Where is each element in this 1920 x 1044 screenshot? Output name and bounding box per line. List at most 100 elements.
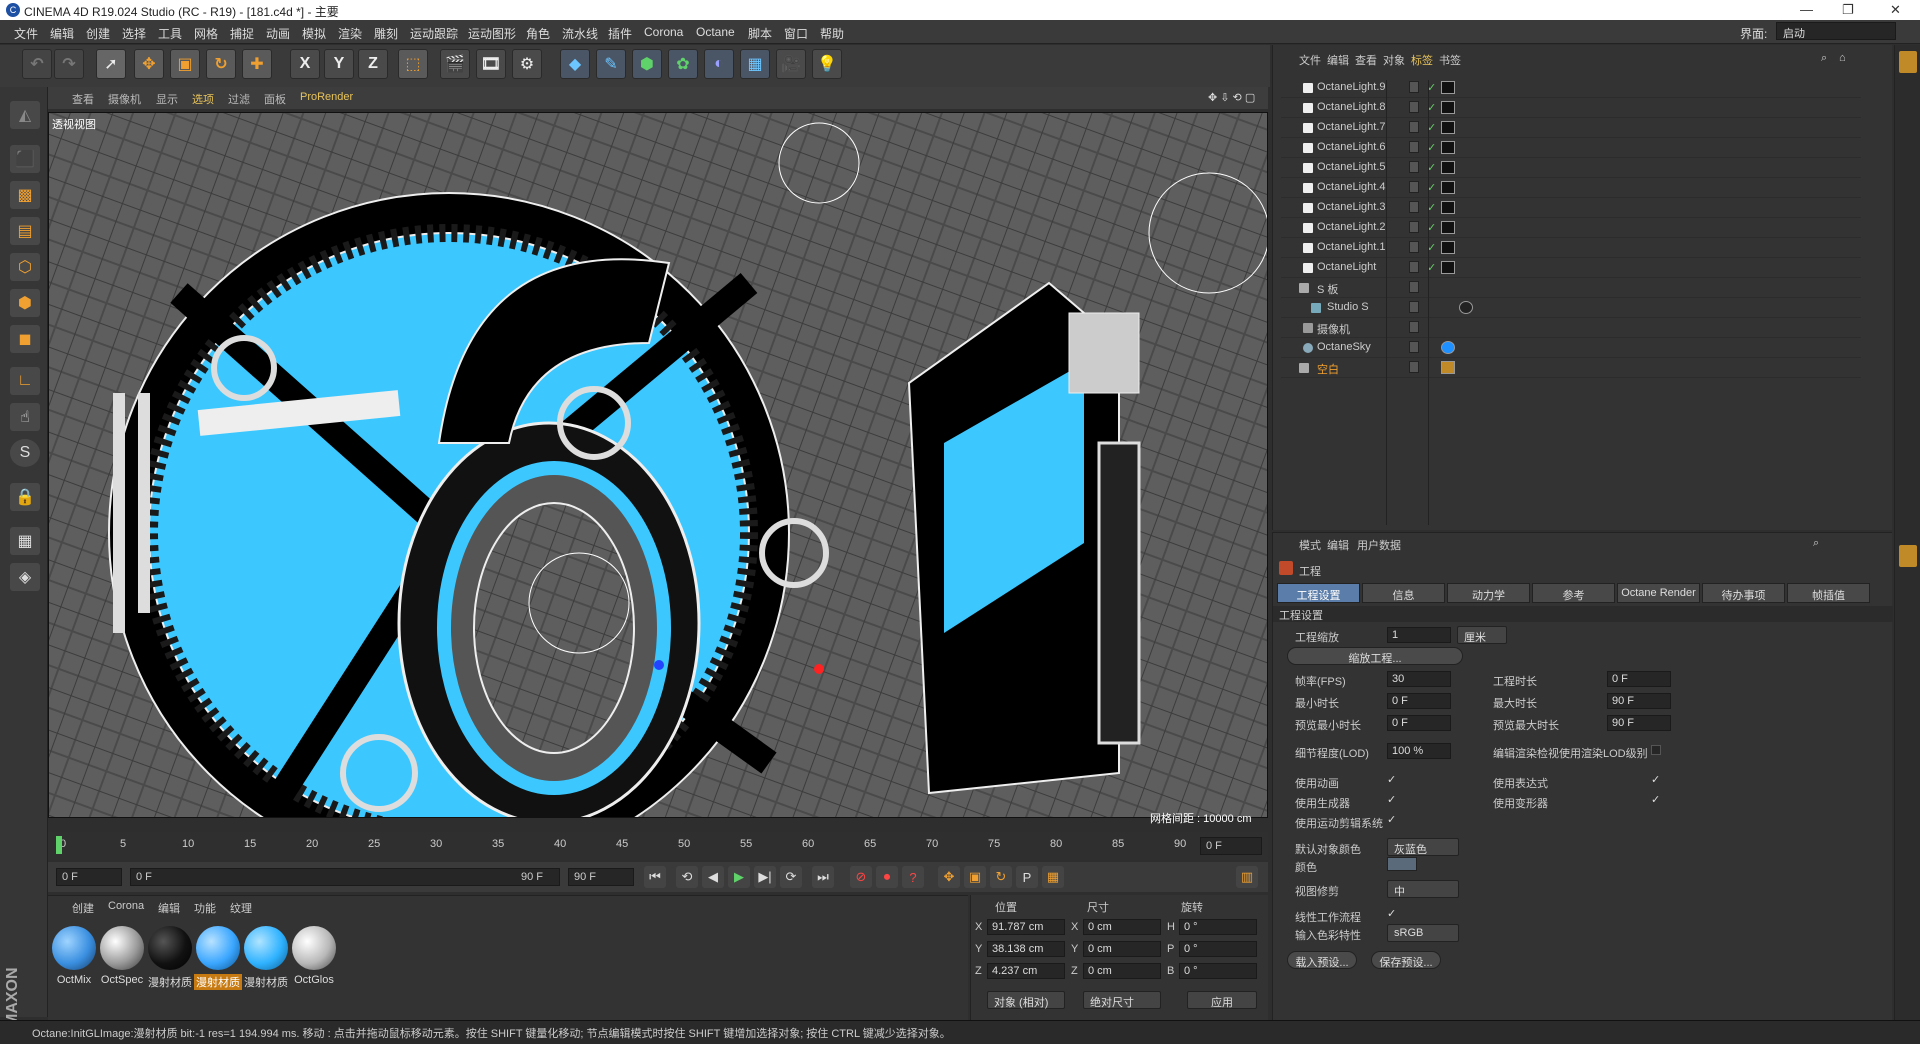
menu-octane[interactable]: Octane: [696, 25, 735, 39]
material-label[interactable]: OctSpec: [98, 974, 146, 986]
object-home-icon[interactable]: ⌂: [1839, 52, 1846, 64]
viewport-menu-camera[interactable]: 摄像机: [108, 91, 141, 107]
octane-light-tag-icon[interactable]: [1441, 161, 1455, 174]
visibility-toggle[interactable]: [1409, 101, 1419, 113]
camera-icon[interactable]: 🎥: [776, 49, 806, 79]
tab-todo[interactable]: 待办事项: [1702, 583, 1785, 603]
size-x-field[interactable]: 0 cm: [1083, 919, 1161, 935]
keyframe-selection-icon[interactable]: ?: [902, 866, 924, 888]
menu-help[interactable]: 帮助: [820, 25, 844, 42]
visibility-toggle[interactable]: [1409, 221, 1419, 233]
select-tool-icon[interactable]: ➚: [96, 49, 126, 79]
render-settings-icon[interactable]: ⚙: [512, 49, 542, 79]
play-icon[interactable]: ▶: [728, 866, 750, 888]
tab-frame-interpolation[interactable]: 帧插值: [1787, 583, 1870, 603]
polygons-mode-icon[interactable]: ◼: [10, 325, 40, 353]
viewport-menu-prorender[interactable]: ProRender: [300, 91, 353, 103]
attributes-tab[interactable]: [1899, 545, 1917, 567]
input-color-profile-select[interactable]: sRGB: [1387, 924, 1459, 942]
light-icon[interactable]: 💡: [812, 49, 842, 79]
object-row[interactable]: OctaneLight.3 ✓: [1281, 198, 1861, 218]
end-frame-field[interactable]: 90 F: [568, 868, 634, 886]
y-axis-lock-button[interactable]: Y: [324, 49, 354, 79]
visibility-toggle[interactable]: [1409, 141, 1419, 153]
menu-mograph[interactable]: 运动图形: [468, 25, 516, 42]
preview-max-input[interactable]: 90 F: [1607, 715, 1671, 731]
obj-menu-object[interactable]: 对象: [1383, 52, 1405, 68]
start-frame-field[interactable]: 0 F: [56, 868, 122, 886]
axis-z-handle[interactable]: [814, 664, 824, 674]
object-row[interactable]: OctaneLight.4 ✓: [1281, 178, 1861, 198]
material-label[interactable]: OctMix: [50, 974, 98, 986]
menu-mesh[interactable]: 网格: [194, 25, 218, 42]
material-swatch[interactable]: [148, 926, 192, 970]
material-swatch[interactable]: [292, 926, 336, 970]
lock-workplane-icon[interactable]: 🔒: [10, 483, 40, 511]
visibility-toggle[interactable]: [1409, 201, 1419, 213]
workplane-mode-icon[interactable]: ▤: [10, 217, 40, 245]
z-axis-lock-button[interactable]: Z: [358, 49, 388, 79]
x-axis-lock-button[interactable]: X: [290, 49, 320, 79]
material-swatch-selected[interactable]: [196, 926, 240, 970]
lod-input[interactable]: 100 %: [1387, 743, 1451, 759]
timeline-settings-icon[interactable]: ▥: [1236, 866, 1258, 888]
scale-project-button[interactable]: 缩放工程...: [1287, 647, 1463, 665]
material-label[interactable]: 漫射材质: [146, 974, 194, 990]
octane-light-tag-icon[interactable]: [1441, 221, 1455, 234]
autokey-icon[interactable]: ⏺: [876, 866, 898, 888]
object-row[interactable]: OctaneSky: [1281, 338, 1861, 358]
attr-menu-edit[interactable]: 编辑: [1327, 537, 1349, 553]
load-preset-button[interactable]: 载入预设...: [1287, 951, 1357, 969]
cube-primitive-icon[interactable]: ◆: [560, 49, 590, 79]
use-generators-checkbox[interactable]: ✓: [1387, 793, 1396, 806]
key-pla-icon[interactable]: ▦: [1042, 866, 1064, 888]
viewport-menu-display[interactable]: 显示: [156, 91, 178, 107]
object-row[interactable]: OctaneLight.2 ✓: [1281, 218, 1861, 238]
size-z-field[interactable]: 0 cm: [1083, 963, 1161, 979]
visibility-toggle[interactable]: [1409, 161, 1419, 173]
current-frame-field[interactable]: 0 F: [1200, 837, 1262, 855]
visibility-toggle[interactable]: [1409, 321, 1419, 333]
rotation-b-field[interactable]: 0 °: [1179, 963, 1257, 979]
move-tool-icon[interactable]: ✥: [134, 49, 164, 79]
cloner-icon[interactable]: ✿: [668, 49, 698, 79]
scale-tool-icon[interactable]: ▣: [170, 49, 200, 79]
octane-light-tag-icon[interactable]: [1441, 201, 1455, 214]
object-row[interactable]: Studio S: [1281, 298, 1861, 318]
viewport-menu-filter[interactable]: 过滤: [228, 91, 250, 107]
visibility-toggle[interactable]: [1409, 301, 1419, 313]
range-slider[interactable]: 0 F 90 F: [130, 868, 560, 886]
viewport-nav-icons[interactable]: ✥ ⇩ ⟲ ▢: [1208, 91, 1255, 104]
max-time-input[interactable]: 90 F: [1607, 693, 1671, 709]
axis-x-handle[interactable]: [654, 660, 664, 670]
close-button[interactable]: ✕: [1890, 2, 1901, 18]
size-y-field[interactable]: 0 cm: [1083, 941, 1161, 957]
layer-tag-icon[interactable]: [1441, 361, 1455, 374]
make-editable-icon[interactable]: ◭: [10, 101, 40, 129]
object-row[interactable]: 空白: [1281, 358, 1861, 378]
menu-sculpt[interactable]: 雕刻: [374, 25, 398, 42]
planar-workplane-icon[interactable]: ◈: [10, 563, 40, 591]
material-swatch[interactable]: [52, 926, 96, 970]
use-deformers-checkbox[interactable]: ✓: [1651, 793, 1660, 806]
attr-search-icon[interactable]: ⌕: [1813, 537, 1819, 550]
undo-button[interactable]: ↶: [22, 49, 52, 79]
render-lod-checkbox[interactable]: [1651, 745, 1661, 755]
visibility-toggle[interactable]: [1409, 81, 1419, 93]
visibility-toggle[interactable]: [1409, 121, 1419, 133]
object-row[interactable]: S 板: [1281, 278, 1861, 298]
octane-light-tag-icon[interactable]: [1441, 121, 1455, 134]
scale-input[interactable]: 1: [1387, 627, 1451, 643]
add-tool-icon[interactable]: ✚: [242, 49, 272, 79]
menu-window[interactable]: 窗口: [784, 25, 808, 42]
tab-dynamics[interactable]: 动力学: [1447, 583, 1530, 603]
view-clipping-select[interactable]: 中: [1387, 880, 1459, 898]
menu-file[interactable]: 文件: [14, 25, 38, 42]
model-mode-icon[interactable]: ⬛: [10, 145, 40, 173]
timeline-ruler[interactable]: 0 5 10 15 20 25 30 35 40 45 50 55 60 65 …: [48, 832, 1268, 860]
rotation-h-field[interactable]: 0 °: [1179, 919, 1257, 935]
material-menu-create[interactable]: 创建: [72, 900, 94, 916]
prev-frame-icon[interactable]: ◀: [702, 866, 724, 888]
octane-light-tag-icon[interactable]: [1441, 181, 1455, 194]
record-icon[interactable]: ⊘: [850, 866, 872, 888]
